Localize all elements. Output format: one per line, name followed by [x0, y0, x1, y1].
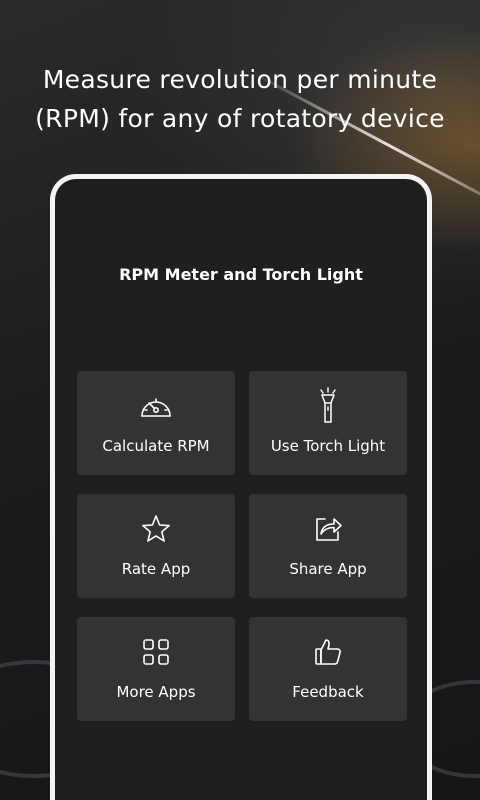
headline-line-2: (RPM) for any of rotatory device	[35, 104, 445, 133]
rate-app-label: Rate App	[121, 560, 191, 578]
torch-light-label: Use Torch Light	[270, 437, 386, 455]
promo-screen: Measure revolution per minute (RPM) for …	[0, 0, 480, 800]
phone-frame: RPM Meter and Torch Light Calculate RPM	[50, 174, 432, 800]
feedback-label: Feedback	[292, 683, 364, 701]
share-app-button[interactable]: Share App	[249, 494, 407, 598]
more-apps-label: More Apps	[116, 683, 196, 701]
promo-headline: Measure revolution per minute (RPM) for …	[0, 60, 480, 138]
feedback-button[interactable]: Feedback	[249, 617, 407, 721]
torch-light-button[interactable]: Use Torch Light	[249, 371, 407, 475]
share-icon	[249, 512, 407, 546]
flashlight-icon	[249, 387, 407, 423]
app-title: RPM Meter and Torch Light	[119, 265, 363, 284]
calculate-rpm-label: Calculate RPM	[102, 437, 210, 455]
speedometer-icon	[77, 389, 235, 423]
more-apps-button[interactable]: More Apps	[77, 617, 235, 721]
star-icon	[77, 512, 235, 546]
grid-icon	[77, 635, 235, 669]
share-app-label: Share App	[289, 560, 367, 578]
rate-app-button[interactable]: Rate App	[77, 494, 235, 598]
headline-line-1: Measure revolution per minute	[42, 65, 438, 94]
thumbs-up-icon	[249, 635, 407, 669]
calculate-rpm-button[interactable]: Calculate RPM	[77, 371, 235, 475]
